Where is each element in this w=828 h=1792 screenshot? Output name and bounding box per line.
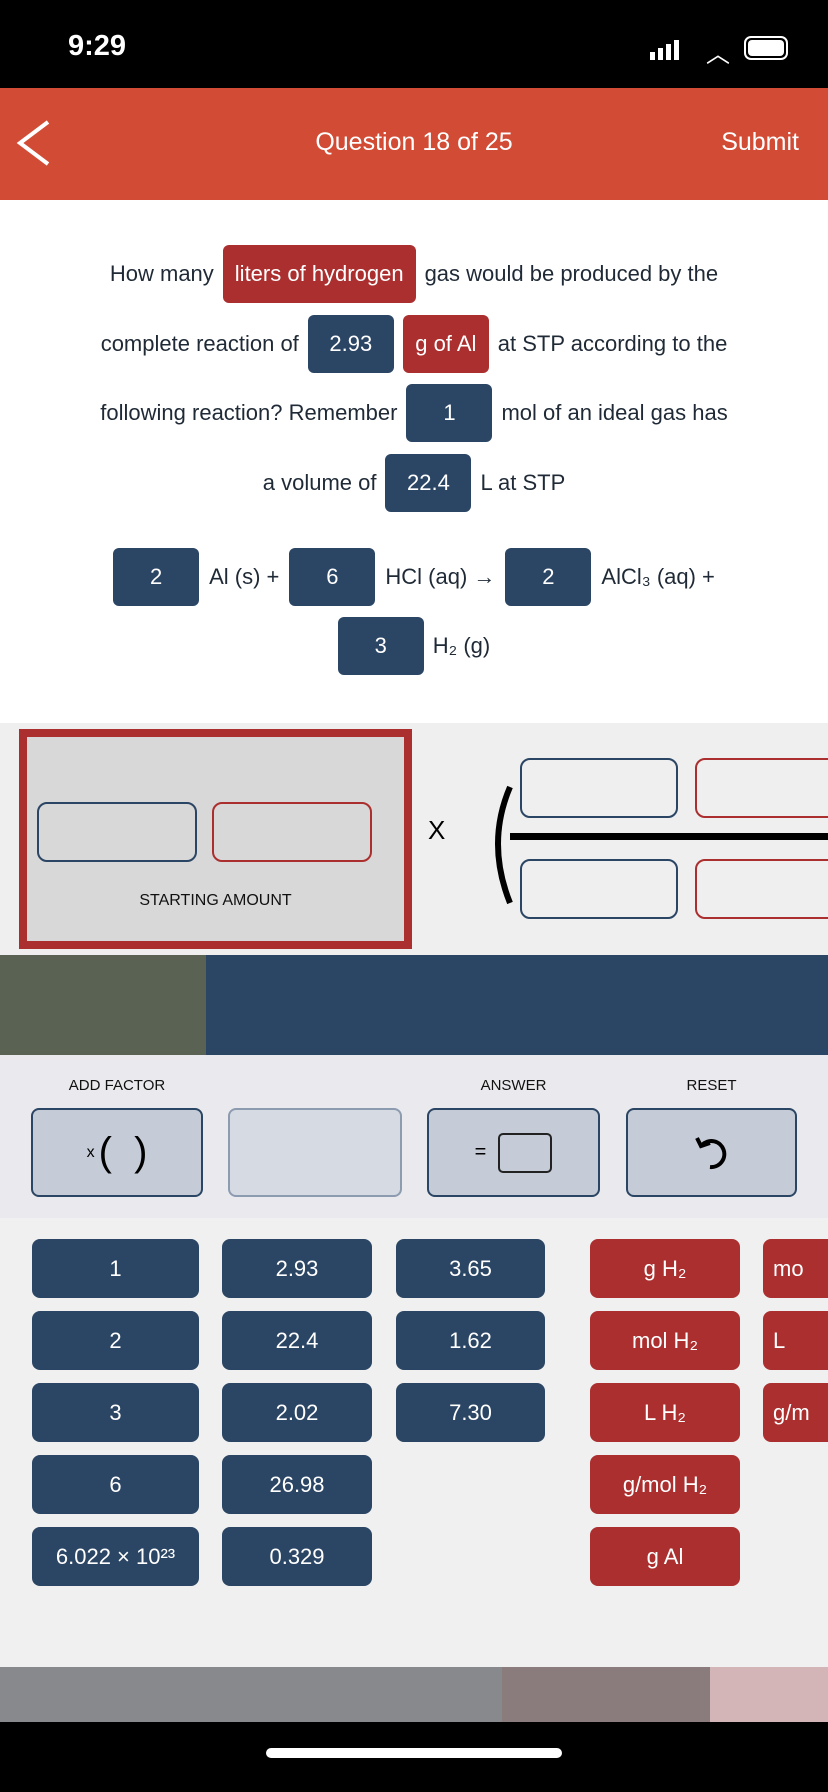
unit-tile[interactable]: g/m xyxy=(763,1383,828,1442)
equation-text: AlCl₃ (aq) + xyxy=(601,564,715,589)
unit-chip: liters of hydrogen xyxy=(222,245,416,303)
question-panel: How many liters of hydrogen gas would be… xyxy=(0,200,828,723)
factor-x-symbol: x xyxy=(86,1143,95,1161)
battery-icon xyxy=(744,36,788,60)
number-tile[interactable]: 6.022 × 10²³ xyxy=(32,1527,199,1586)
number-tile[interactable]: 2 xyxy=(32,1311,199,1370)
number-tile[interactable]: 0.329 xyxy=(222,1527,372,1586)
empty-toolbar-slot xyxy=(228,1108,402,1197)
add-factor-button[interactable]: x ( ) xyxy=(31,1108,203,1197)
signal-icon xyxy=(650,40,679,60)
equation-text: Al (s) + xyxy=(209,564,280,589)
submit-button[interactable]: Submit xyxy=(721,128,799,157)
number-tile[interactable]: 2.93 xyxy=(222,1239,372,1298)
question-text: at STP according to the xyxy=(497,331,728,356)
multiply-sign: X xyxy=(428,815,446,845)
clock: 9:29 xyxy=(68,30,127,62)
denominator-unit-slot[interactable] xyxy=(695,859,828,919)
work-area: STARTING AMOUNT X xyxy=(0,723,828,955)
starting-number-slot[interactable] xyxy=(37,802,197,862)
reset-label: RESET xyxy=(686,1077,737,1094)
starting-amount-label: STARTING AMOUNT xyxy=(139,892,292,909)
wifi-icon: ︿ xyxy=(706,41,730,68)
coefficient-chip: 2 xyxy=(113,548,200,606)
answer-button[interactable]: = xyxy=(427,1108,600,1197)
equation-text: H₂ (g) xyxy=(432,633,491,658)
unit-tile[interactable]: g Al xyxy=(590,1527,740,1586)
undo-icon xyxy=(694,1136,726,1169)
number-tile[interactable]: 3.65 xyxy=(396,1239,545,1298)
coefficient-chip: 3 xyxy=(337,617,424,675)
question-text: mol of an ideal gas has xyxy=(501,400,728,425)
answer-box-icon xyxy=(498,1132,553,1173)
unit-tile[interactable]: g H₂ xyxy=(590,1239,740,1298)
open-paren-icon xyxy=(495,785,513,905)
question-text: complete reaction of xyxy=(100,331,299,356)
equation-text: HCl (aq) → xyxy=(385,564,496,589)
status-bar: 9:29 ︿ xyxy=(0,0,828,88)
starting-unit-slot[interactable] xyxy=(212,802,372,862)
number-tile[interactable]: 22.4 xyxy=(222,1311,372,1370)
answer-label: ANSWER xyxy=(480,1077,547,1094)
header: Question 18 of 25 Submit xyxy=(0,88,828,200)
number-tile[interactable]: 7.30 xyxy=(396,1383,545,1442)
question-line: How many liters of hydrogen gas would be… xyxy=(0,244,828,304)
question-line: complete reaction of 2.93 g of Al at STP… xyxy=(0,314,828,374)
question-text: a volume of xyxy=(262,470,377,495)
tile-bank: 1 2 3 6 6.022 × 10²³ 2.93 22.4 2.02 26.98 0.329 3.… xyxy=(0,1218,828,1667)
question-line: a volume of 22.4 L at STP xyxy=(0,453,828,513)
equation-line: 3 H₂ (g) xyxy=(0,616,828,676)
progress-segment xyxy=(0,955,206,1055)
equation-line: 2 Al (s) + 6 HCl (aq) → 2 AlCl₃ (aq) + xyxy=(0,547,828,607)
question-line: following reaction? Remember 1 mol of an… xyxy=(0,383,828,443)
home-indicator[interactable] xyxy=(266,1748,562,1758)
unit-tile[interactable]: mo xyxy=(763,1239,828,1298)
page-title: Question 18 of 25 xyxy=(315,128,513,156)
question-text: following reaction? Remember xyxy=(100,400,398,425)
coefficient-chip: 6 xyxy=(289,548,376,606)
numerator-unit-slot[interactable] xyxy=(695,758,828,818)
number-tile[interactable]: 3 xyxy=(32,1383,199,1442)
number-tile[interactable]: 26.98 xyxy=(222,1455,372,1514)
fraction-bar xyxy=(510,833,828,840)
unit-tile[interactable]: L xyxy=(763,1311,828,1370)
progress-segment xyxy=(206,955,828,1055)
denominator-number-slot[interactable] xyxy=(520,859,678,919)
unit-chip: g of Al xyxy=(402,315,489,373)
unit-tile[interactable]: g/mol H₂ xyxy=(590,1455,740,1514)
question-text: How many xyxy=(109,261,214,286)
toolbar: ADD FACTOR ANSWER RESET x ( ) = xyxy=(0,1055,828,1218)
number-tile[interactable]: 1 xyxy=(32,1239,199,1298)
coefficient-chip: 2 xyxy=(505,548,592,606)
numerator-number-slot[interactable] xyxy=(520,758,678,818)
number-tile[interactable]: 1.62 xyxy=(396,1311,545,1370)
question-text: gas would be produced by the xyxy=(424,261,719,286)
unit-tile[interactable]: mol H₂ xyxy=(590,1311,740,1370)
home-area xyxy=(0,1722,828,1792)
number-chip: 22.4 xyxy=(385,454,472,512)
parentheses-icon: ( ) xyxy=(98,1130,148,1174)
number-chip: 1 xyxy=(406,384,493,442)
unit-tile[interactable]: L H₂ xyxy=(590,1383,740,1442)
number-chip: 2.93 xyxy=(307,315,394,373)
question-text: L at STP xyxy=(480,470,566,495)
starting-amount-box[interactable]: STARTING AMOUNT xyxy=(19,729,412,949)
number-tile[interactable]: 2.02 xyxy=(222,1383,372,1442)
number-tile[interactable]: 6 xyxy=(32,1455,199,1514)
add-factor-label: ADD FACTOR xyxy=(68,1077,166,1094)
reset-button[interactable] xyxy=(626,1108,797,1197)
equals-sign: = xyxy=(474,1141,487,1163)
bottom-bar xyxy=(0,1667,828,1722)
